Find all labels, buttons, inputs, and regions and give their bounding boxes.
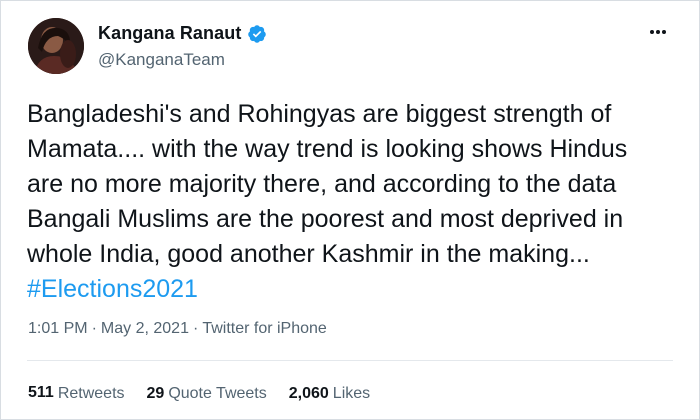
meta-separator: · xyxy=(91,320,97,337)
tweet-source[interactable]: Twitter for iPhone xyxy=(202,320,327,337)
tweet-date[interactable]: May 2, 2021 xyxy=(101,320,189,337)
author-display-name[interactable]: Kangana Ranaut xyxy=(98,23,241,44)
avatar[interactable] xyxy=(28,18,84,74)
tweet-body: Bangladeshi's and Rohingyas are biggest … xyxy=(27,97,677,307)
author-name-row: Kangana Ranaut xyxy=(98,23,267,44)
verified-badge-icon xyxy=(247,24,267,44)
tweet-time[interactable]: 1:01 PM xyxy=(28,320,88,337)
avatar-image xyxy=(28,18,84,74)
hashtag-link[interactable]: #Elections2021 xyxy=(27,272,677,307)
engagement-stats: 511 Retweets 29 Quote Tweets 2,060 Likes xyxy=(28,384,392,403)
retweets-count: 511 xyxy=(28,384,54,398)
tweet-text: Bangladeshi's and Rohingyas are biggest … xyxy=(27,100,628,268)
quote-tweets-count: 29 xyxy=(146,385,165,402)
quote-tweets-stat[interactable]: 29 Quote Tweets xyxy=(147,385,267,403)
tweet-card: Kangana Ranaut @KanganaTeam Bangladeshi'… xyxy=(0,0,700,420)
likes-count: 2,060 xyxy=(288,385,329,402)
divider xyxy=(27,360,673,361)
meta-separator: · xyxy=(192,320,199,337)
likes-stat[interactable]: 2,060 Likes xyxy=(289,385,370,403)
retweets-stat[interactable]: 511 Retweets xyxy=(28,384,125,403)
quote-tweets-label: Quote Tweets xyxy=(168,385,267,402)
author-handle[interactable]: @KanganaTeam xyxy=(98,50,225,70)
retweets-label: Retweets xyxy=(57,385,125,402)
likes-label: Likes xyxy=(332,385,371,402)
tweet-meta: 1:01 PM · May 2, 2021 · Twitter for iPhone xyxy=(28,320,327,338)
more-horizontal-icon[interactable] xyxy=(649,23,667,35)
tweet-header: Kangana Ranaut @KanganaTeam xyxy=(1,1,699,93)
